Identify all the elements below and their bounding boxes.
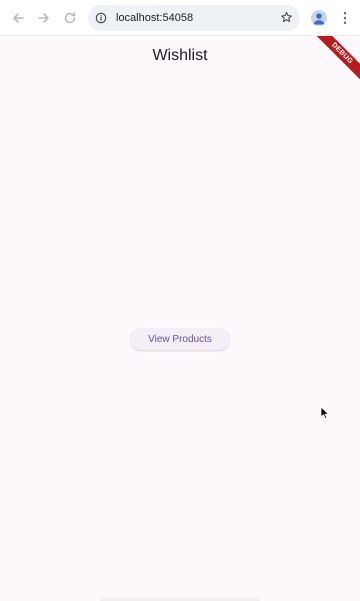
info-icon[interactable] bbox=[94, 11, 108, 25]
reload-button[interactable] bbox=[58, 6, 82, 30]
url-text[interactable]: localhost:54058 bbox=[116, 12, 278, 24]
debug-ribbon: DEBUG bbox=[312, 36, 360, 83]
mouse-cursor-icon bbox=[320, 406, 329, 420]
back-button[interactable] bbox=[6, 6, 30, 30]
browser-toolbar: localhost:54058 bbox=[0, 0, 360, 36]
debug-banner: DEBUG bbox=[310, 36, 360, 86]
address-bar[interactable]: localhost:54058 bbox=[88, 4, 300, 31]
arrow-back-icon bbox=[13, 12, 24, 23]
star-icon[interactable] bbox=[278, 10, 294, 26]
forward-button[interactable] bbox=[32, 6, 56, 30]
kebab-menu-icon[interactable] bbox=[338, 9, 352, 27]
app-viewport: Wishlist DEBUG View Products bbox=[0, 36, 360, 601]
app-bar: Wishlist bbox=[0, 36, 360, 74]
bottom-shade bbox=[100, 595, 260, 601]
arrow-forward-icon bbox=[38, 12, 49, 23]
page-title: Wishlist bbox=[152, 46, 208, 64]
debug-label: DEBUG bbox=[330, 41, 354, 66]
view-products-button[interactable]: View Products bbox=[130, 328, 230, 350]
reload-icon bbox=[64, 11, 76, 23]
account-icon[interactable] bbox=[311, 10, 327, 26]
